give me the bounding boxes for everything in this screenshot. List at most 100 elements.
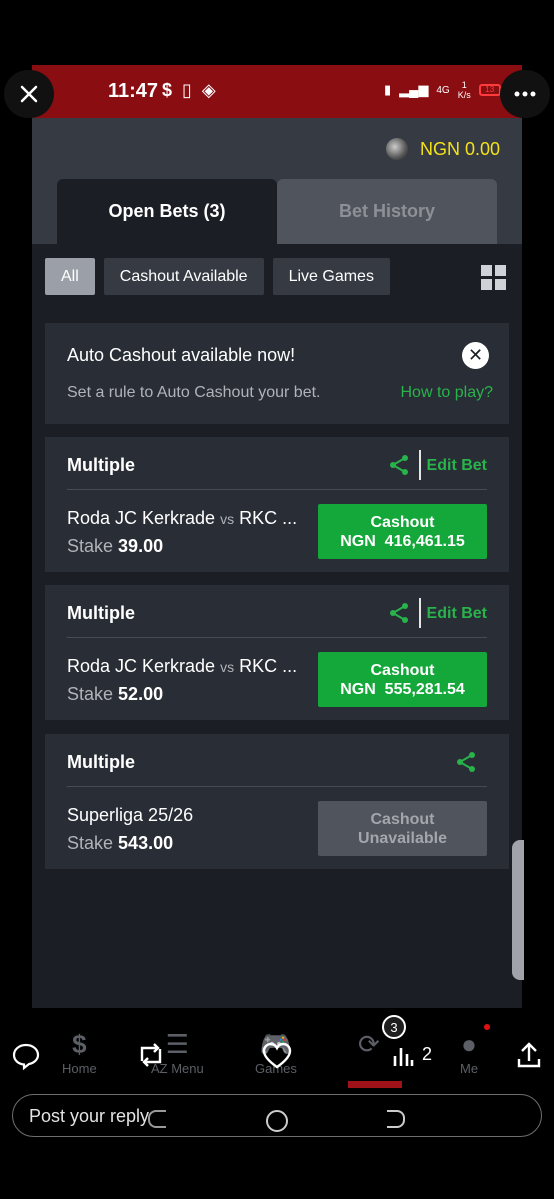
cashout-label: Cashout	[370, 661, 435, 679]
home-circle-icon[interactable]	[266, 1110, 288, 1132]
status-left-icons: $ ▯ ◈	[162, 80, 216, 101]
stake-label: Stake	[67, 536, 114, 556]
auto-cashout-subtitle: Set a rule to Auto Cashout your bet.	[67, 384, 321, 401]
stake: Stake 52.00	[67, 684, 163, 705]
balance[interactable]: NGN 0.00	[385, 138, 500, 160]
cashout-icon: ⟳	[358, 1029, 380, 1059]
repost-icon[interactable]	[136, 1041, 166, 1069]
stake-amount: 543.00	[118, 833, 174, 853]
auto-cashout-banner: Auto Cashout available now! Set a rule t…	[45, 323, 509, 424]
nav-open-bets[interactable]: ⟳	[358, 1028, 380, 1061]
network-label: 4G	[436, 84, 450, 96]
stake-label: Stake	[67, 684, 114, 704]
how-to-play-link[interactable]: How to play?	[401, 384, 494, 402]
notification-dot	[484, 1024, 490, 1030]
shield-icon: ◈	[201, 80, 216, 100]
tab-bet-history[interactable]: Bet History	[277, 179, 497, 244]
stake: Stake 39.00	[67, 536, 163, 557]
filter-live-games[interactable]: Live Games	[272, 258, 390, 295]
auto-cashout-title: Auto Cashout available now!	[67, 345, 296, 365]
back-icon[interactable]	[387, 1110, 405, 1128]
grid-view-icon[interactable]	[481, 265, 506, 290]
reply-icon[interactable]	[12, 1042, 40, 1070]
tab-open-bets[interactable]: Open Bets (3)	[57, 179, 277, 244]
user-icon: ●	[461, 1029, 477, 1059]
match-name: Roda JC Kerkrade vs RKC ...	[67, 508, 297, 529]
divider	[67, 489, 487, 490]
like-icon[interactable]	[262, 1042, 292, 1070]
stats-count: 2	[422, 1044, 433, 1064]
stake-label: Stake	[67, 833, 114, 853]
bet-card[interactable]: Multiple Edit Bet Roda JC Kerkrade vs RK…	[45, 437, 509, 572]
bet-app: NGN 0.00 Open Bets (3) Bet History All C…	[32, 118, 522, 1008]
balance-amount: NGN 0.00	[419, 138, 500, 159]
active-tab-indicator	[348, 1081, 402, 1088]
edit-bet-button[interactable]: Edit Bet	[427, 457, 487, 475]
speed-unit: K/s	[457, 90, 471, 100]
cashout-amount: NGN 555,281.54	[340, 680, 465, 698]
menu-icon: ☰	[165, 1029, 190, 1059]
nav-me-label: Me	[460, 1061, 479, 1076]
separator	[419, 598, 421, 628]
app-header: NGN 0.00 Open Bets (3) Bet History	[32, 118, 522, 244]
cashout-button[interactable]: Cashout NGN 555,281.54	[318, 652, 487, 707]
status-right-icons: ▮ ▂▄▆ 4G 1 K/s 13	[384, 80, 501, 100]
bet-type: Multiple	[67, 455, 135, 475]
open-bets-badge: 3	[382, 1015, 406, 1039]
share-icon[interactable]	[516, 1041, 542, 1069]
speed-value: 1	[461, 80, 467, 90]
filter-all[interactable]: All	[45, 258, 95, 295]
bet-type: Multiple	[67, 603, 135, 623]
vibrate-icon: ▮	[384, 82, 392, 97]
recents-icon[interactable]	[148, 1110, 166, 1128]
filter-cashout-available[interactable]: Cashout Available	[103, 258, 264, 295]
match-name: Superliga 25/26	[67, 805, 194, 825]
stats-icon[interactable]	[392, 1044, 414, 1068]
home-team: Roda JC Kerkrade	[67, 656, 216, 676]
battery-alert-icon: ▯	[182, 80, 192, 100]
match-name: Roda JC Kerkrade vs RKC ...	[67, 656, 297, 677]
cashout-amount: NGN 416,461.15	[340, 532, 465, 550]
dollar-icon: $	[162, 80, 173, 100]
share-icon[interactable]	[455, 751, 477, 773]
more-icon	[514, 91, 536, 97]
away-team: RKC ...	[239, 656, 298, 676]
home-team: Roda JC Kerkrade	[67, 508, 216, 528]
battery-icon: 13	[478, 84, 501, 96]
stake: Stake 543.00	[67, 833, 173, 854]
nav-home[interactable]: $ Home	[62, 1028, 97, 1076]
close-icon	[20, 85, 38, 103]
close-button[interactable]	[4, 70, 54, 118]
avatar[interactable]	[385, 138, 408, 160]
vs-label: vs	[220, 659, 235, 675]
divider	[67, 786, 487, 787]
cashout-status: Unavailable	[358, 829, 447, 847]
stake-amount: 52.00	[118, 684, 164, 704]
speed-indicator: 1 K/s	[458, 80, 471, 100]
share-icon[interactable]	[388, 454, 410, 476]
cashout-unavailable-button: Cashout Unavailable	[318, 801, 487, 856]
divider	[67, 637, 487, 638]
signal-icon: ▂▄▆	[399, 82, 429, 97]
cashout-button[interactable]: Cashout NGN 416,461.15	[318, 504, 487, 559]
vs-label: vs	[220, 511, 235, 527]
nav-me[interactable]: ● Me	[460, 1028, 478, 1076]
status-time: 11:47	[108, 80, 159, 102]
bet-type: Multiple	[67, 752, 135, 772]
cashout-label: Cashout	[370, 810, 435, 828]
filter-bar: All Cashout Available Live Games	[45, 258, 390, 295]
reply-placeholder: Post your reply	[29, 1106, 150, 1126]
close-banner-icon[interactable]: ✕	[462, 342, 489, 369]
dollar-icon: $	[72, 1029, 87, 1059]
cashout-label: Cashout	[370, 513, 435, 531]
scrollbar-thumb[interactable]	[512, 840, 524, 980]
share-icon[interactable]	[388, 602, 410, 624]
nav-home-label: Home	[62, 1061, 97, 1076]
edit-bet-button[interactable]: Edit Bet	[427, 605, 487, 623]
bet-card[interactable]: Multiple Superliga 25/26 Stake 543.00 Ca…	[45, 734, 509, 869]
stake-amount: 39.00	[118, 536, 164, 556]
separator	[419, 450, 421, 480]
away-team: RKC ...	[239, 508, 298, 528]
more-options-button[interactable]	[500, 70, 550, 118]
bet-card[interactable]: Multiple Edit Bet Roda JC Kerkrade vs RK…	[45, 585, 509, 720]
